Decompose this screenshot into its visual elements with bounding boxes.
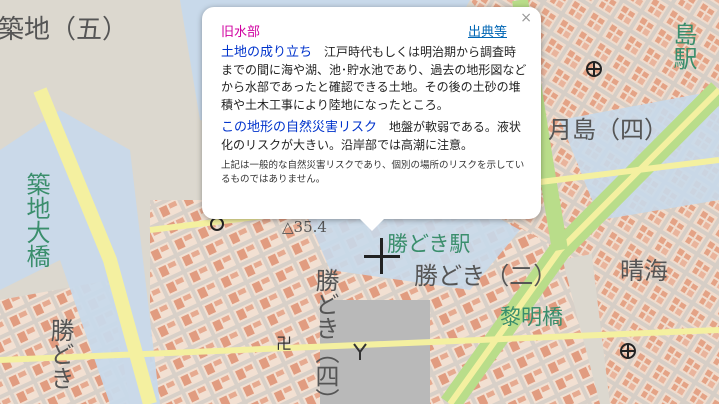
section-origin: 土地の成り立ち 江戸時代もしくは明治期から調査時までの間に海や湖、池･貯水池であり… [221, 44, 528, 114]
temple-icon: 卍 [276, 334, 292, 353]
label-reimei-bridge: 黎明橋 [500, 305, 563, 329]
svg-text:卍: 卍 [276, 334, 292, 353]
label-tsukishima-station: 島駅 [669, 22, 697, 70]
label-ward-five: 築地（五） [0, 15, 128, 45]
label-kachidoki-station: 勝どき駅 [387, 232, 470, 256]
label-harumi: 晴海 [620, 257, 668, 285]
label-kachidoki-mid: 勝どき（四） [311, 268, 339, 404]
popup-body: 土地の成り立ち 江戸時代もしくは明治期から調査時までの間に海や湖、池･貯水池であり… [221, 44, 528, 187]
section-origin-heading: 土地の成り立ち [221, 45, 313, 60]
section-risk: この地形の自然災害リスク 地盤が軟弱である。液状化のリスクが大きい。沿岸部では高潮… [221, 119, 528, 154]
landform-popup: 旧水部 出典等 × 土地の成り立ち 江戸時代もしくは明治期から調査時までの間に海や… [202, 7, 541, 231]
label-elevation: △35.4 [282, 218, 327, 236]
section-risk-heading: この地形の自然災害リスク [221, 120, 378, 135]
crosshair-icon-vertical [380, 238, 383, 274]
source-link[interactable]: 出典等 [468, 21, 507, 40]
disclaimer-note: 上記は一般的な自然災害リスクであり、個別の場所のリスクを示しているものではありま… [221, 160, 525, 185]
harumi-district [590, 210, 719, 404]
label-tsukiji-ohashi: 築地大橋 [22, 172, 50, 268]
close-icon[interactable]: × [520, 10, 532, 26]
subway-station-icon [586, 61, 602, 77]
label-tsukishima-four: 月島（四） [548, 116, 668, 144]
label-kachidoki-left: 勝どき [46, 318, 74, 390]
popup-title: 旧水部 [221, 25, 261, 40]
subway-station-icon-2 [620, 343, 636, 359]
label-kachidoki-two: 勝どき（二） [414, 262, 557, 290]
